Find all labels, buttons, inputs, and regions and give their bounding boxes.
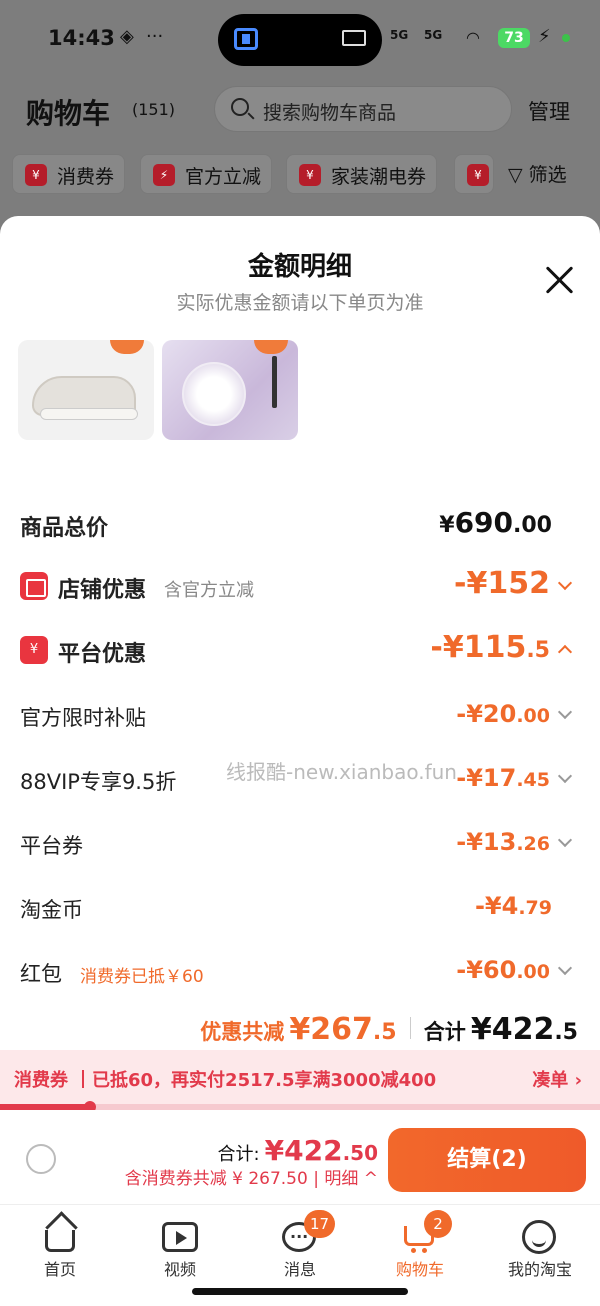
tab-cart[interactable]: 2 购物车 [360,1206,480,1286]
badge-icon [254,340,288,354]
filter-button[interactable]: ▽ 筛选 [508,160,567,187]
amount-detail-sheet: 金额明细 实际优惠金额请以下单页为准 商品总价 ¥690.00 店铺优惠 含官方… [0,216,600,1306]
home-indicator [192,1288,408,1295]
store-icon [20,572,48,600]
cart-count: (151) [132,100,176,119]
coupon-icon: ¥ [25,164,47,186]
chip-official-discount[interactable]: ⚡ 官方立减 [140,154,273,194]
platform-icon: ¥ [20,636,48,664]
coupon-icon: ¥ [299,164,321,186]
coupon-banner: 消费券 已抵60，再实付2517.5享满3000减400 凑单 › [0,1050,600,1108]
add-items-link[interactable]: 凑单 › [532,1066,582,1092]
red-packet-note: 消费券已抵￥60 [80,967,204,987]
signal-1: 5G [390,28,409,42]
search-input[interactable]: 搜索购物车商品 [214,86,512,132]
chevron-down-icon [557,832,573,848]
tab-video[interactable]: 视频 [120,1206,240,1286]
row-red-packet[interactable]: 红包 消费券已抵￥60 -¥60.00 [0,956,600,1006]
savings-detail-link[interactable]: 含消费券共减 ¥ 267.50 | 明细 ^ [125,1164,378,1189]
laptop-icon [342,30,366,46]
filter-icon: ▽ [508,164,523,186]
screen-mirror-icon [234,28,258,50]
tab-messages[interactable]: 17 消息 [240,1206,360,1286]
privacy-dot [562,34,570,42]
product-thumbnail-cosmetic[interactable] [162,340,298,440]
watermark: 线报酷-new.xianbao.fun [226,760,457,784]
coupon-tag: 消费券 [14,1070,68,1091]
coupon-progress-text: 已抵60，再实付2517.5享满3000减400 [92,1070,437,1091]
checkout-button[interactable]: 结算(2) [388,1128,586,1192]
close-icon[interactable] [542,262,578,298]
status-time: 14:43 [48,26,115,50]
wand-image [272,356,277,408]
chevron-down-icon [557,768,573,784]
chevron-up-icon [557,644,573,660]
home-icon [45,1230,75,1252]
store-discount-label: 店铺优惠 [58,578,147,603]
dynamic-island [218,14,382,66]
row-platform-discount[interactable]: ¥ 平台优惠 -¥115.5 [0,630,600,680]
goods-total-amount: ¥690.00 [439,506,552,539]
navigation-icon: ◈ [120,26,134,47]
badge-icon [110,340,144,354]
chip-coupon[interactable]: ¥ 消费券 [12,154,126,194]
manage-button[interactable]: 管理 [528,96,570,126]
chip-more[interactable]: ¥ [454,154,494,194]
cart-badge: 2 [424,1210,452,1238]
tab-home[interactable]: 首页 [0,1206,120,1286]
profile-icon [522,1220,556,1254]
battery-indicator: 73 [498,28,530,48]
coupon-icon: ¥ [467,164,489,186]
platform-discount-amount: -¥115.5 [430,630,573,665]
search-icon [231,98,249,116]
status-bar: 14:43 ◈ ··· 5G 5G ◠ 73 ⚡ [0,0,600,80]
row-official-subsidy[interactable]: 官方限时补贴 -¥20.00 [0,700,600,750]
row-platform-coupon[interactable]: 平台券 -¥13.26 [0,828,600,878]
store-discount-note: 含官方立减 [164,580,254,601]
product-thumbnail-shoe[interactable] [18,340,154,440]
checkout-total: 合计: ¥422.50 [217,1134,378,1167]
checkout-bar: 合计: ¥422.50 含消费券共减 ¥ 267.50 | 明细 ^ 结算(2) [0,1110,600,1204]
select-all-checkbox[interactable] [26,1144,56,1174]
chip-home-coupon[interactable]: ¥ 家装潮电券 [286,154,438,194]
wifi-icon: ◠ [466,28,480,47]
sheet-subtitle: 实际优惠金额请以下单页为准 [176,292,424,314]
tab-my-taobao[interactable]: 我的淘宝 [480,1206,600,1286]
charging-icon: ⚡ [538,26,551,47]
sheet-summary: 优惠共减 ¥267.5 合计 ¥422.5 [200,1012,578,1047]
page-title: 购物车 [26,97,111,130]
platform-discount-label: 平台优惠 [58,642,147,667]
video-icon [162,1222,198,1252]
chevron-down-icon [557,960,573,976]
goods-total-label: 商品总价 [20,516,109,541]
row-store-discount[interactable]: 店铺优惠 含官方立减 -¥152 [0,566,600,616]
cushion-compact-image [182,362,246,426]
chevron-down-icon [557,575,573,591]
lightning-icon: ⚡ [153,164,175,186]
more-icon: ··· [146,26,164,47]
sheet-title: 金额明细 [247,252,352,282]
row-taojinbi: 淘金币 -¥4.79 [20,892,552,922]
search-placeholder: 搜索购物车商品 [263,102,397,124]
store-discount-amount: -¥152 [454,566,573,601]
chevron-down-icon [557,704,573,720]
shoe-image [32,376,138,420]
signal-2: 5G [424,28,443,42]
row-goods-total: 商品总价 ¥690.00 [0,506,600,556]
messages-badge: 17 [304,1210,336,1238]
